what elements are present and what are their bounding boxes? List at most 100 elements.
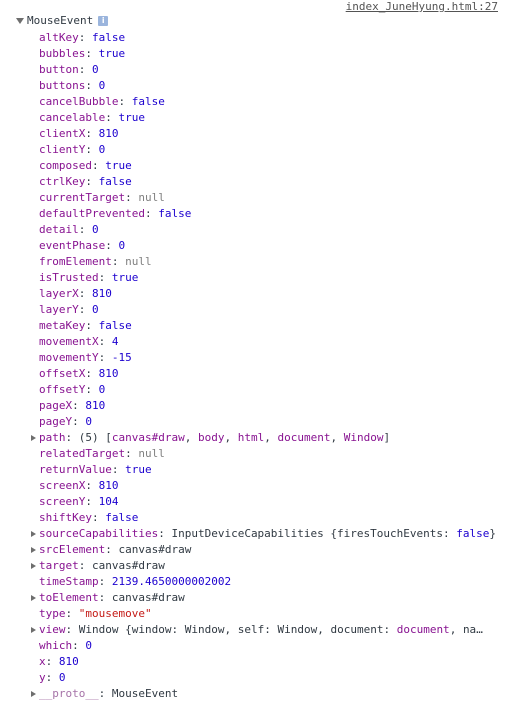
property-separator: : xyxy=(78,287,92,300)
property-value: 810 xyxy=(98,127,119,140)
array-item: canvas#draw xyxy=(111,431,185,444)
property-row-sourceCapabilities[interactable]: sourceCapabilities: InputDeviceCapabilit… xyxy=(0,526,496,542)
expand-triangle-right-icon[interactable] xyxy=(31,691,36,697)
property-value: 0 xyxy=(98,383,106,396)
property-separator: : xyxy=(111,463,126,476)
property-value: null xyxy=(138,447,165,460)
expand-triangle-right-icon[interactable] xyxy=(31,435,36,441)
property-row-which: which: 0 xyxy=(0,638,496,654)
array-item: body xyxy=(197,431,225,444)
property-key: buttons xyxy=(39,79,86,92)
property-value: false xyxy=(92,31,126,44)
array-separator: , xyxy=(330,431,344,444)
property-row-srcElement[interactable]: srcElement: canvas#draw xyxy=(0,542,496,558)
property-row-view[interactable]: view: Window {window: Window, self: Wind… xyxy=(0,622,496,638)
property-separator: : xyxy=(91,511,106,524)
property-separator: : xyxy=(105,239,119,252)
property-key: bubbles xyxy=(39,47,86,60)
property-separator: : xyxy=(72,639,86,652)
source-link[interactable]: index_JuneHyung.html:27 xyxy=(346,0,498,14)
property-row-buttons: buttons: 0 xyxy=(0,78,496,94)
property-value: 104 xyxy=(98,495,119,508)
property-key: x xyxy=(39,655,46,668)
expand-triangle-right-icon[interactable] xyxy=(31,531,36,537)
property-key: offsetY xyxy=(39,383,86,396)
property-value: null xyxy=(138,191,165,204)
expand-triangle-right-icon[interactable] xyxy=(31,627,36,633)
property-value: InputDeviceCapabilities {firesTouchEvent… xyxy=(171,527,496,540)
property-key: pageY xyxy=(39,415,73,428)
property-separator: : xyxy=(111,255,126,268)
property-value: 810 xyxy=(92,287,112,300)
property-value: true xyxy=(125,463,152,476)
object-value: Window xyxy=(184,623,225,636)
property-key: target xyxy=(39,559,79,572)
object-key: window: xyxy=(131,623,185,636)
property-key: currentTarget xyxy=(39,191,126,204)
property-row-button: button: 0 xyxy=(0,62,496,78)
property-row-proto[interactable]: __proto__: MouseEvent xyxy=(0,686,496,702)
property-row-returnValue: returnValue: true xyxy=(0,462,496,478)
property-row-pageY: pageY: 0 xyxy=(0,414,496,430)
property-value: true xyxy=(98,47,126,60)
property-key: view xyxy=(39,623,66,636)
property-row-offsetX: offsetX: 810 xyxy=(0,366,496,382)
property-value: true xyxy=(118,111,145,124)
object-key: self: xyxy=(237,623,278,636)
object-key: firesTouchEvents: xyxy=(337,527,457,540)
property-row-path[interactable]: path: (5) [canvas#draw, body, html, docu… xyxy=(0,430,496,446)
property-key: defaultPrevented xyxy=(39,207,145,220)
property-row-altKey: altKey: false xyxy=(0,30,496,46)
property-separator: : xyxy=(65,431,79,444)
property-value: false xyxy=(105,511,139,524)
property-value: 2139.4650000002002 xyxy=(111,575,232,588)
property-row-shiftKey: shiftKey: false xyxy=(0,510,496,526)
property-separator: : xyxy=(98,335,112,348)
property-key: eventPhase xyxy=(39,239,106,252)
property-row-clientX: clientX: 810 xyxy=(0,126,496,142)
property-row-eventPhase: eventPhase: 0 xyxy=(0,238,496,254)
array-item: Window xyxy=(343,431,384,444)
property-separator: : xyxy=(85,79,99,92)
mouseevent-root[interactable]: MouseEvent i xyxy=(16,14,109,28)
property-row-metaKey: metaKey: false xyxy=(0,318,496,334)
property-value: canvas#draw xyxy=(111,591,185,604)
property-key: cancelable xyxy=(39,111,106,124)
property-key: which xyxy=(39,639,73,652)
expand-triangle-right-icon[interactable] xyxy=(31,547,36,553)
property-key: __proto__ xyxy=(39,687,99,700)
property-row-detail: detail: 0 xyxy=(0,222,496,238)
property-row-movementY: movementY: -15 xyxy=(0,350,496,366)
object-value: Window xyxy=(277,623,318,636)
property-key: clientY xyxy=(39,143,86,156)
property-separator: : xyxy=(98,271,112,284)
property-separator: : xyxy=(72,399,86,412)
property-separator: : xyxy=(85,127,99,140)
property-separator: : xyxy=(65,623,79,636)
property-separator: : xyxy=(98,687,112,700)
property-separator: : xyxy=(45,655,59,668)
array-item: html xyxy=(237,431,265,444)
property-key: fromElement xyxy=(39,255,112,268)
property-value: -15 xyxy=(111,351,132,364)
property-row-currentTarget: currentTarget: null xyxy=(0,190,496,206)
property-row-x: x: 810 xyxy=(0,654,496,670)
info-icon[interactable]: i xyxy=(98,16,109,26)
expand-triangle-down-icon[interactable] xyxy=(16,18,24,24)
property-value: false xyxy=(98,319,132,332)
property-row-timeStamp: timeStamp: 2139.4650000002002 xyxy=(0,574,496,590)
expand-triangle-right-icon[interactable] xyxy=(31,595,36,601)
property-row-relatedTarget: relatedTarget: null xyxy=(0,446,496,462)
property-key: screenX xyxy=(39,479,86,492)
object-separator: , xyxy=(449,623,463,636)
property-value: 810 xyxy=(98,367,119,380)
property-value: false xyxy=(158,207,192,220)
property-separator: : xyxy=(85,47,99,60)
property-value: 0 xyxy=(92,223,99,236)
property-row-target[interactable]: target: canvas#draw xyxy=(0,558,496,574)
property-key: pageX xyxy=(39,399,73,412)
property-key: button xyxy=(39,63,79,76)
property-row-toElement[interactable]: toElement: canvas#draw xyxy=(0,590,496,606)
property-separator: : xyxy=(85,383,99,396)
expand-triangle-right-icon[interactable] xyxy=(31,563,36,569)
